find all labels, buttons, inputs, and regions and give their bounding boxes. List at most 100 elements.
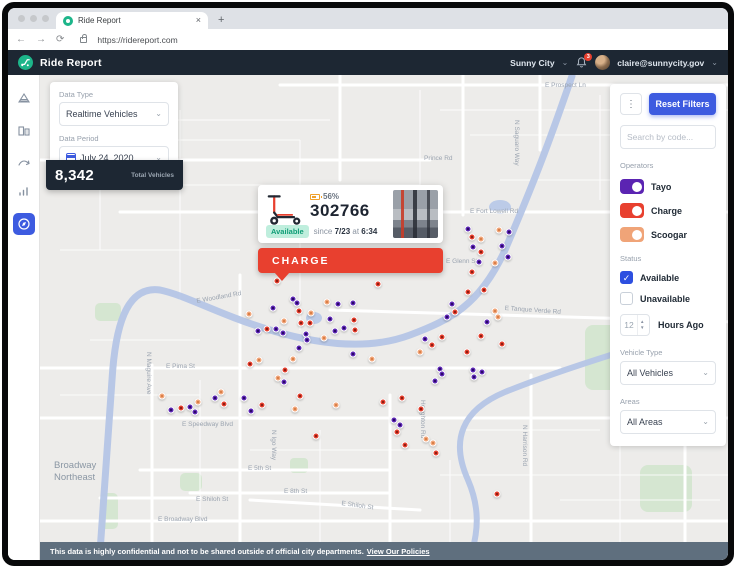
- vehicle-dot[interactable]: [394, 429, 401, 436]
- vehicle-dot[interactable]: [246, 311, 253, 318]
- city-selector[interactable]: Sunny City: [510, 58, 554, 68]
- vehicle-dot[interactable]: [159, 393, 166, 400]
- tab-close-icon[interactable]: ×: [196, 16, 201, 25]
- more-options-button[interactable]: ⋮: [620, 93, 642, 115]
- view-policies-link[interactable]: View Our Policies: [367, 547, 430, 556]
- browser-tab[interactable]: Ride Report ×: [56, 12, 208, 29]
- vehicle-dot[interactable]: [439, 334, 446, 341]
- vehicle-dot[interactable]: [397, 422, 404, 429]
- reset-filters-button[interactable]: Reset Filters: [649, 93, 716, 115]
- vehicle-dot[interactable]: [478, 236, 485, 243]
- vehicle-type-select[interactable]: All Vehicles ⌄: [620, 361, 716, 385]
- vehicle-dot[interactable]: [478, 333, 485, 340]
- vehicle-dot[interactable]: [218, 389, 225, 396]
- vehicle-dot[interactable]: [478, 249, 485, 256]
- tayo-toggle[interactable]: [620, 179, 644, 194]
- search-input[interactable]: [620, 125, 716, 149]
- vehicle-dot[interactable]: [333, 402, 340, 409]
- vehicle-dot[interactable]: [484, 319, 491, 326]
- vehicle-dot[interactable]: [168, 407, 175, 414]
- vehicle-dot[interactable]: [290, 356, 297, 363]
- vehicle-dot[interactable]: [327, 316, 334, 323]
- vehicle-dot[interactable]: [465, 289, 472, 296]
- vehicle-dot[interactable]: [248, 408, 255, 415]
- vehicle-dot[interactable]: [350, 351, 357, 358]
- vehicle-dot[interactable]: [423, 436, 430, 443]
- vehicle-dot[interactable]: [432, 378, 439, 385]
- vehicle-dot[interactable]: [255, 328, 262, 335]
- vehicle-dot[interactable]: [465, 226, 472, 233]
- vehicle-dot[interactable]: [281, 318, 288, 325]
- vehicle-dot[interactable]: [256, 357, 263, 364]
- vehicle-dot[interactable]: [335, 301, 342, 308]
- vehicle-dot[interactable]: [418, 406, 425, 413]
- vehicle-dot[interactable]: [324, 299, 331, 306]
- vehicle-dot[interactable]: [332, 328, 339, 335]
- sidebar-item-realtime-active[interactable]: [13, 213, 35, 235]
- vehicle-dot[interactable]: [402, 442, 409, 449]
- vehicle-dot[interactable]: [375, 281, 382, 288]
- traffic-light-close[interactable]: [18, 15, 25, 22]
- vehicle-dot[interactable]: [273, 326, 280, 333]
- url-text[interactable]: https://ridereport.com: [97, 35, 177, 45]
- user-avatar[interactable]: [595, 55, 610, 70]
- vehicle-dot[interactable]: [264, 326, 271, 333]
- vehicle-dot[interactable]: [444, 314, 451, 321]
- traffic-light-minimize[interactable]: [30, 15, 37, 22]
- charge-toggle[interactable]: [620, 203, 644, 218]
- notifications-bell-icon[interactable]: 3: [575, 56, 588, 69]
- vehicle-dot[interactable]: [297, 393, 304, 400]
- vehicle-dot[interactable]: [417, 349, 424, 356]
- available-checkbox[interactable]: ✓: [620, 271, 633, 284]
- vehicle-dot[interactable]: [304, 337, 311, 344]
- traffic-light-zoom[interactable]: [42, 15, 49, 22]
- data-type-select[interactable]: Realtime Vehicles ⌄: [59, 102, 169, 126]
- vehicle-dot[interactable]: [452, 309, 459, 316]
- vehicle-dot[interactable]: [464, 349, 471, 356]
- vehicle-dot[interactable]: [296, 345, 303, 352]
- hours-stepper[interactable]: ▲ ▼: [637, 315, 646, 335]
- vehicle-dot[interactable]: [496, 227, 503, 234]
- vehicle-dot[interactable]: [351, 317, 358, 324]
- unavailable-checkbox[interactable]: [620, 292, 633, 305]
- vehicle-dot[interactable]: [352, 327, 359, 334]
- vehicle-dot[interactable]: [281, 379, 288, 386]
- sidebar-item-analytics[interactable]: [13, 180, 35, 202]
- vehicle-dot[interactable]: [313, 433, 320, 440]
- vehicle-dot[interactable]: [296, 308, 303, 315]
- vehicle-dot[interactable]: [499, 243, 506, 250]
- refresh-icon[interactable]: ⟳: [56, 35, 64, 45]
- back-icon[interactable]: ←: [16, 35, 26, 45]
- vehicle-dot[interactable]: [294, 300, 301, 307]
- vehicle-dot[interactable]: [429, 342, 436, 349]
- vehicle-dot[interactable]: [280, 330, 287, 337]
- vehicle-dot[interactable]: [350, 300, 357, 307]
- vehicle-dot[interactable]: [430, 440, 437, 447]
- vehicle-dot[interactable]: [195, 399, 202, 406]
- vehicle-dot[interactable]: [439, 371, 446, 378]
- scoogar-toggle[interactable]: [620, 227, 644, 242]
- chevron-down-icon[interactable]: ⌄: [562, 59, 569, 67]
- vehicle-photo[interactable]: [393, 190, 438, 238]
- vehicle-dot[interactable]: [471, 374, 478, 381]
- vehicle-dot[interactable]: [449, 301, 456, 308]
- vehicle-dot[interactable]: [422, 336, 429, 343]
- vehicle-dot[interactable]: [481, 287, 488, 294]
- vehicle-dot[interactable]: [292, 406, 299, 413]
- areas-select[interactable]: All Areas ⌄: [620, 410, 716, 434]
- vehicle-dot[interactable]: [399, 395, 406, 402]
- user-email[interactable]: claire@sunnycity.gov: [617, 58, 704, 68]
- stepper-down-icon[interactable]: ▼: [640, 326, 644, 331]
- vehicle-dot[interactable]: [321, 335, 328, 342]
- vehicle-dot[interactable]: [308, 310, 315, 317]
- ride-report-logo[interactable]: [18, 55, 33, 70]
- vehicle-dot[interactable]: [506, 229, 513, 236]
- vehicle-dot[interactable]: [307, 320, 314, 327]
- vehicle-dot[interactable]: [298, 320, 305, 327]
- forward-icon[interactable]: →: [36, 35, 46, 45]
- vehicle-dot[interactable]: [247, 361, 254, 368]
- vehicle-dot[interactable]: [470, 244, 477, 251]
- vehicle-dot[interactable]: [469, 234, 476, 241]
- vehicle-dot[interactable]: [259, 402, 266, 409]
- vehicle-card[interactable]: 56% 302766 Available since 7/23 at 6:34: [258, 185, 443, 243]
